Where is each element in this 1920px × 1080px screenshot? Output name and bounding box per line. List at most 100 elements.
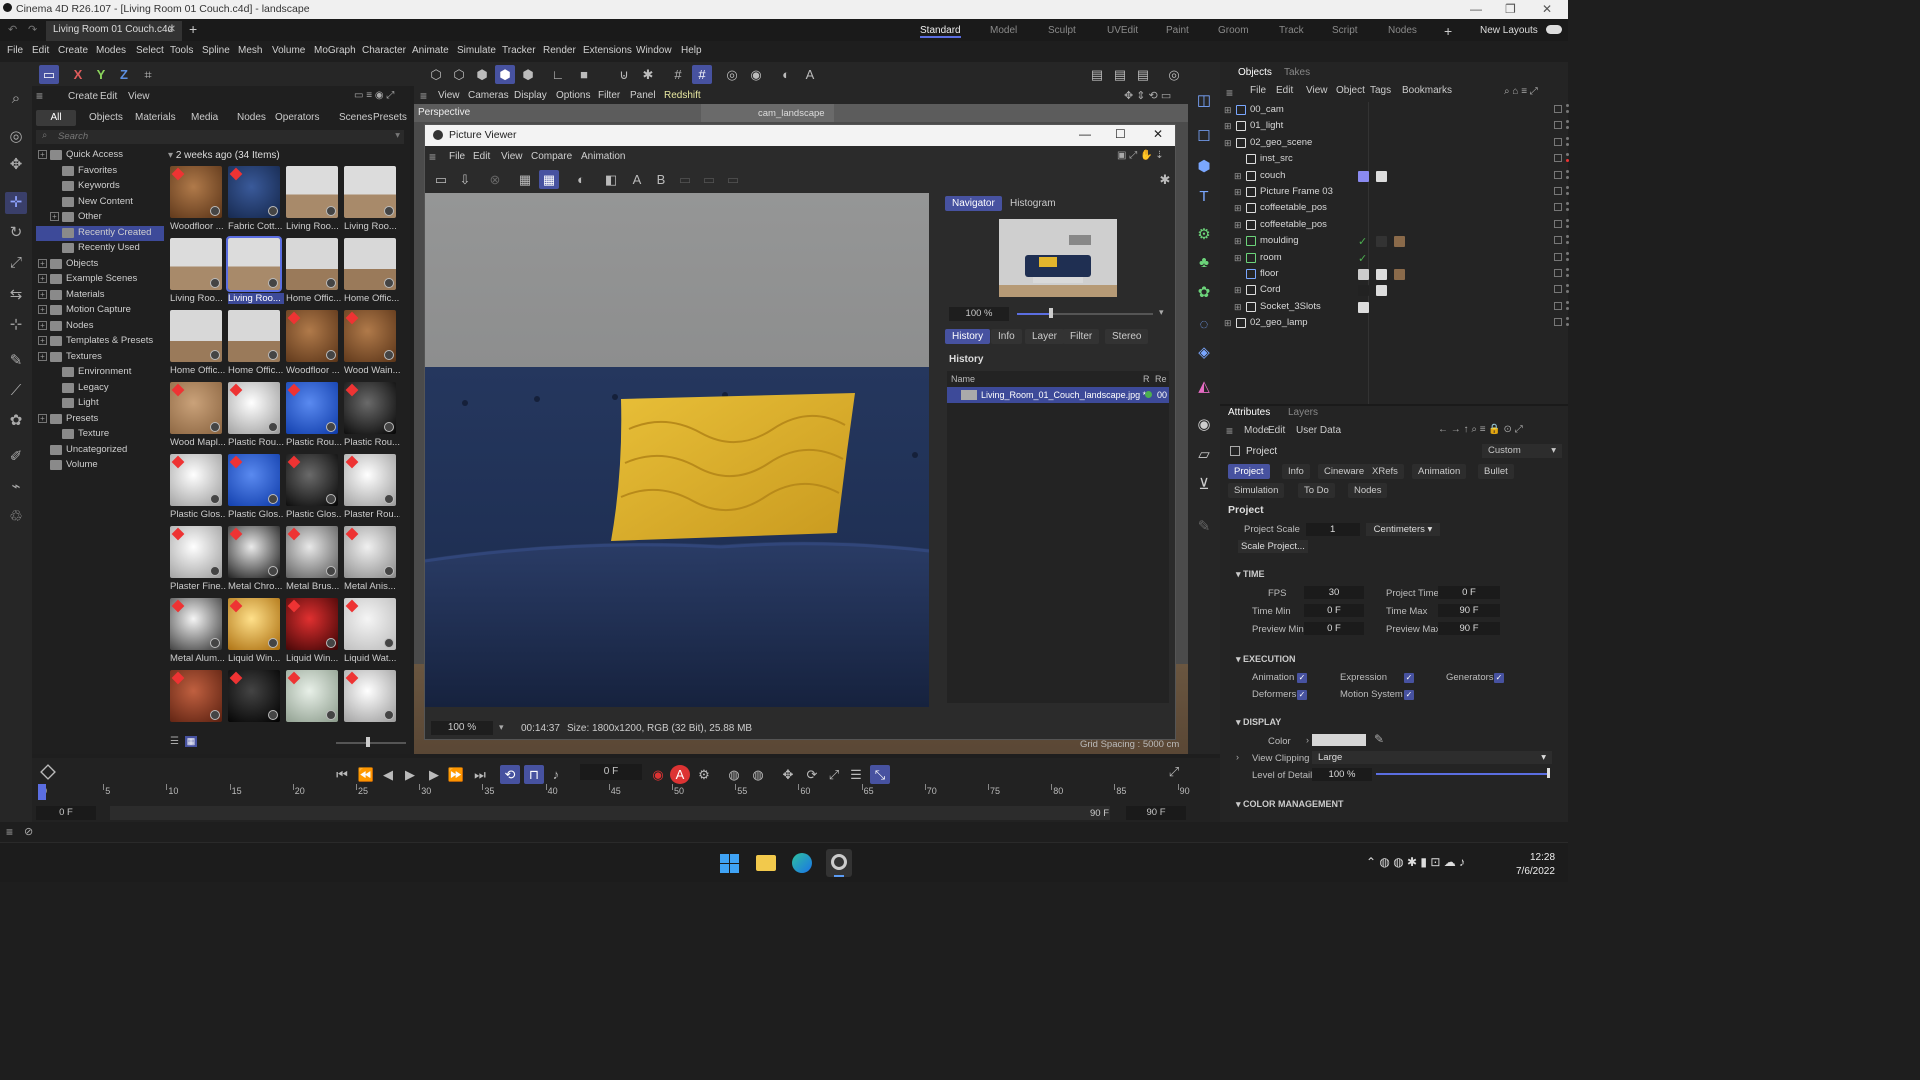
asset-item[interactable]: Liquid Wat... (344, 598, 398, 668)
color-swatch[interactable] (1312, 734, 1366, 746)
expand-toggle-icon[interactable]: + (38, 289, 47, 299)
tree-item-new-content[interactable]: New Content (36, 195, 164, 210)
scene-object-icon[interactable]: ◭ (1193, 376, 1215, 398)
material-tag-icon[interactable] (1376, 170, 1387, 182)
tree-item-favorites[interactable]: Favorites (36, 164, 164, 179)
menu-help[interactable]: Help (681, 45, 702, 56)
layer-icon[interactable] (1554, 269, 1562, 277)
status-zoom-dropdown-icon[interactable]: ▾ (499, 722, 504, 733)
expand-toggle-icon[interactable]: ⊞ (1234, 285, 1242, 296)
menu-render[interactable]: Render (543, 45, 576, 56)
compare-a-icon[interactable]: A (627, 170, 647, 189)
tree-item-materials[interactable]: + Materials (36, 288, 164, 303)
time-section-header[interactable]: ▾ TIME (1236, 569, 1265, 580)
redshift-icon[interactable]: ◐ (776, 65, 796, 84)
tree-item-textures[interactable]: + Textures (36, 350, 164, 365)
expand-toggle-icon[interactable]: ⊞ (1224, 121, 1232, 132)
layer-icon[interactable] (1554, 187, 1562, 195)
asset-item[interactable]: Living Roo... (170, 238, 224, 308)
goto-start-icon[interactable]: ⏮ (332, 765, 352, 784)
visibility-editor-dot[interactable] (1566, 153, 1569, 157)
stop-render-icon[interactable]: ⊗ (485, 170, 505, 189)
object-row-coffeetable-pos[interactable]: ⊞ coffeetable_pos (1224, 200, 1584, 216)
save-icon[interactable]: ⇩ (455, 170, 475, 189)
search-dropdown-icon[interactable]: ▾ (395, 130, 400, 141)
workspace-tab-uvedit[interactable]: UVEdit (1107, 25, 1138, 36)
asset-item[interactable]: Living Roo... (226, 236, 284, 308)
visibility-render-dot[interactable] (1566, 224, 1569, 228)
material-tag-icon[interactable] (1394, 269, 1405, 280)
attributes-menu-icon[interactable]: ≡ (1226, 424, 1233, 438)
asset-item[interactable]: Metal Alum... (170, 598, 225, 668)
undo-icon[interactable]: ↶ (8, 23, 17, 36)
lod-slider-handle[interactable] (1547, 768, 1550, 778)
paint-tool-icon[interactable]: ✿ (5, 410, 27, 432)
material-tag-icon[interactable] (1376, 269, 1387, 280)
tree-item-example-scenes[interactable]: + Example Scenes (36, 272, 164, 287)
key-move-icon[interactable]: ◍ (724, 765, 744, 784)
fps-field[interactable]: 30 (1304, 586, 1364, 599)
object-row-01-light[interactable]: ⊞ 01_light (1224, 118, 1584, 134)
asset-tab-nodes[interactable]: Nodes (230, 110, 273, 126)
select-tool-icon[interactable]: ◎ (5, 126, 27, 148)
visibility-render-dot[interactable] (1566, 274, 1569, 277)
history-entry[interactable]: Living_Room_01_Couch_landscape.jpg * 00 (947, 387, 1169, 403)
units-dropdown[interactable]: Centimeters ▾ (1366, 523, 1440, 536)
pv-tab-info[interactable]: Info (991, 329, 1022, 344)
preset-dropdown[interactable]: Custom ▾ (1482, 444, 1562, 458)
asset-item[interactable]: Home Offic... (286, 238, 341, 308)
object-row-02-geo-lamp[interactable]: ⊞ 02_geo_lamp (1224, 315, 1584, 331)
play-icon[interactable]: ▶ (400, 765, 420, 784)
generator-object-icon[interactable]: ⚙ (1193, 224, 1215, 246)
layer-icon[interactable] (1554, 105, 1562, 113)
visibility-render-dot[interactable] (1566, 192, 1569, 195)
render-region-icon[interactable]: ▦ (515, 170, 535, 189)
objects-menu-object[interactable]: Object (1336, 85, 1365, 96)
workspace-tab-nodes[interactable]: Nodes (1388, 25, 1417, 36)
asset-item[interactable]: Home Offic... (170, 310, 225, 380)
attributes-menu-mode[interactable]: Mode (1244, 425, 1269, 436)
pv-menu-file[interactable]: File (449, 151, 465, 162)
layout-toggle[interactable] (1546, 25, 1562, 34)
layer-icon[interactable] (1554, 285, 1562, 294)
pv-nav-tab-navigator[interactable]: Navigator (945, 196, 1002, 211)
preview-range-bar[interactable] (110, 806, 1110, 820)
material-tag-icon[interactable] (1394, 236, 1405, 248)
menu-modes[interactable]: Modes (96, 45, 126, 56)
overlay-icon[interactable]: ▭ (699, 170, 719, 189)
compare-icon[interactable]: ◧ (601, 170, 621, 189)
minimize-icon[interactable]: — (1470, 2, 1482, 16)
pv-tab-filter[interactable]: Filter (1063, 329, 1100, 344)
visibility-render-dot[interactable] (1566, 126, 1569, 130)
tree-item-environment[interactable]: Environment (36, 365, 164, 380)
asset-tab-presets[interactable]: Presets (366, 110, 414, 126)
coordinate-system-icon[interactable]: ⌗ (138, 65, 158, 84)
axis-tool-icon[interactable]: ⊹ (5, 314, 27, 336)
navigator-dropdown-icon[interactable]: ▾ (1159, 307, 1164, 318)
tree-item-templates-presets[interactable]: + Templates & Presets (36, 334, 164, 349)
expand-toggle-icon[interactable]: ⊞ (1234, 253, 1242, 264)
asset-item[interactable] (286, 670, 340, 726)
expand-toggle-icon[interactable]: ⊞ (1234, 302, 1242, 313)
navigator-thumbnail[interactable] (999, 219, 1117, 297)
cube-object-icon[interactable]: ☐ (1193, 126, 1215, 148)
camera-object-icon[interactable]: ◫ (1193, 90, 1215, 112)
pv-panel-icons[interactable]: ▣ ⤢ ✋ ⇣ (1117, 150, 1164, 161)
spline-pen-icon[interactable]: ✎ (5, 350, 27, 372)
text-object-icon[interactable]: T (1193, 186, 1215, 208)
snap-settings-icon[interactable]: ✱ (638, 65, 658, 84)
uv-mode-icon[interactable]: ⬢ (518, 65, 538, 84)
model-mode-icon[interactable]: ▭ (39, 65, 59, 84)
menu-file[interactable]: File (7, 45, 23, 56)
visibility-editor-dot[interactable] (1566, 235, 1569, 239)
key-param-icon[interactable]: ☰ (846, 765, 866, 784)
attr-pill-to-do[interactable]: To Do (1298, 483, 1335, 498)
object-row-couch[interactable]: ⊞ couch (1224, 168, 1584, 184)
attr-pill-info[interactable]: Info (1282, 464, 1310, 479)
objects-menu-file[interactable]: File (1250, 85, 1266, 96)
workspace-tab-paint[interactable]: Paint (1166, 25, 1189, 36)
viewport-menu-options[interactable]: Options (556, 90, 590, 101)
color-icon[interactable]: ◐ (571, 170, 591, 189)
project-scale-field[interactable]: 1 (1306, 523, 1360, 536)
render-view-button[interactable]: ▤ (1087, 65, 1107, 84)
